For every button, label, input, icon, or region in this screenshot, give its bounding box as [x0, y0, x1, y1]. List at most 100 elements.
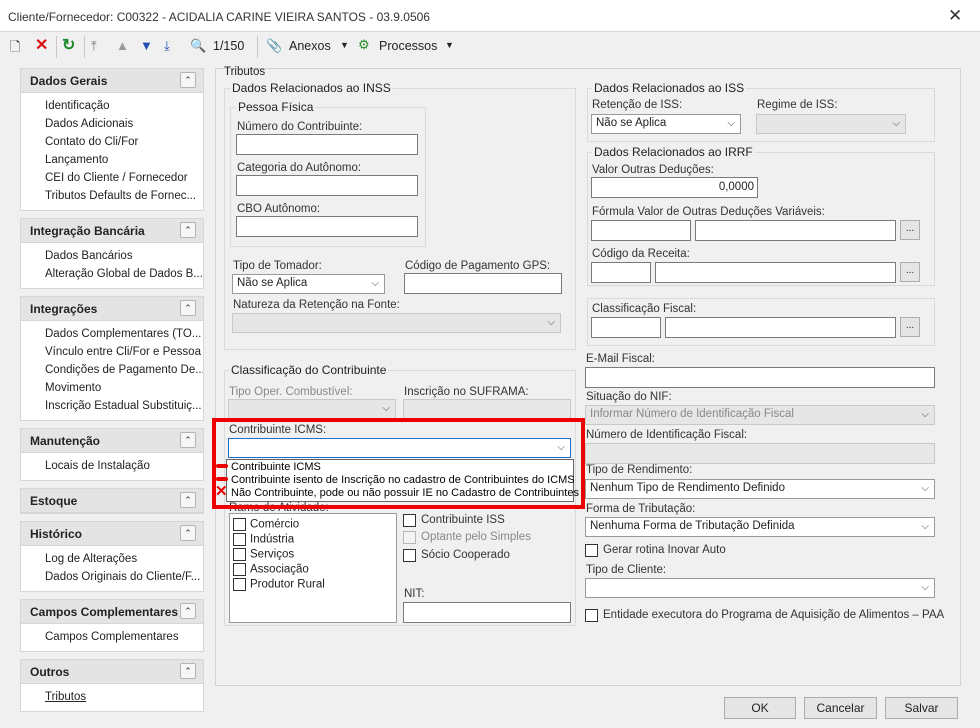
situacao-nif-select[interactable]: Informar Número de Identificação Fiscal ⌵	[585, 405, 935, 425]
sidebar-item[interactable]: Dados Bancários	[21, 247, 203, 265]
ramo-checkbox[interactable]	[233, 533, 246, 546]
codigo-receita-lookup-button[interactable]: ...	[900, 262, 920, 282]
ramo-atividade-item[interactable]: Associação	[233, 563, 309, 578]
collapse-icon[interactable]: ⌃	[180, 222, 196, 238]
attachment-icon[interactable]: 📎	[266, 39, 282, 52]
collapse-icon[interactable]: ⌃	[180, 432, 196, 448]
valor-outras-deducoes-input[interactable]: 0,0000	[591, 177, 758, 198]
sidebar-group-header[interactable]: Integrações ⌃	[21, 297, 203, 321]
sidebar-item[interactable]: Locais de Instalação	[21, 457, 203, 475]
natureza-retencao-select[interactable]: ⌵	[232, 313, 561, 333]
sidebar-group-title: Histórico	[30, 527, 83, 541]
collapse-icon[interactable]: ⌃	[180, 525, 196, 541]
ramo-atividade-item[interactable]: Comércio	[233, 518, 299, 533]
tipo-rendimento-label: Tipo de Rendimento:	[586, 464, 693, 476]
retencao-iss-select[interactable]: Não se Aplica ⌵	[591, 114, 741, 134]
delete-icon[interactable]: ✕	[35, 38, 48, 54]
processes-button[interactable]: Processos	[379, 40, 437, 53]
sidebar-item[interactable]: Tributos Defaults de Fornec...	[21, 187, 203, 205]
first-record-icon[interactable]: ⤒	[91, 39, 97, 52]
save-button[interactable]: Salvar	[885, 697, 958, 719]
classificacao-fiscal-lookup-button[interactable]: ...	[900, 317, 920, 337]
previous-record-icon[interactable]: ▲	[116, 39, 129, 52]
attachments-dropdown-icon[interactable]: ▼	[340, 41, 349, 50]
cancel-button[interactable]: Cancelar	[804, 697, 877, 719]
ramo-atividade-item[interactable]: Produtor Rural	[233, 578, 325, 593]
classificacao-fiscal-code-input[interactable]	[591, 317, 661, 338]
sidebar-item[interactable]: Dados Originais do Cliente/F...	[21, 568, 203, 586]
sidebar-item[interactable]: Contato do Cli/For	[21, 133, 203, 151]
attachments-button[interactable]: Anexos	[289, 40, 331, 53]
gps-input[interactable]	[404, 273, 562, 294]
search-icon[interactable]: 🔍	[190, 39, 206, 52]
close-window-icon[interactable]: ✕	[948, 6, 962, 26]
suframa-input[interactable]	[403, 399, 571, 420]
processes-dropdown-icon[interactable]: ▼	[445, 41, 454, 50]
sidebar-group-header[interactable]: Integração Bancária ⌃	[21, 219, 203, 243]
codigo-receita-input[interactable]	[591, 262, 651, 283]
sidebar-group-header[interactable]: Campos Complementares ⌃	[21, 600, 203, 624]
nit-input[interactable]	[403, 602, 571, 623]
refresh-icon[interactable]: ↻	[62, 38, 75, 54]
ramo-label: Serviços	[250, 548, 295, 561]
codigo-receita-description-input[interactable]	[655, 262, 896, 283]
formula-description-input[interactable]	[695, 220, 896, 241]
sidebar-item[interactable]: Campos Complementares	[21, 628, 203, 646]
sidebar-group-header[interactable]: Histórico ⌃	[21, 522, 203, 546]
collapse-icon[interactable]: ⌃	[180, 603, 196, 619]
next-record-icon[interactable]: ▼	[140, 39, 153, 52]
entidade-paa-checkbox[interactable]	[585, 609, 598, 622]
tipo-oper-combustivel-select[interactable]: ⌵	[228, 399, 396, 419]
collapse-icon[interactable]: ⌃	[180, 492, 196, 508]
sidebar-group-header[interactable]: Outros ⌃	[21, 660, 203, 684]
tipo-cliente-select[interactable]: ⌵	[585, 578, 935, 598]
sidebar-group-header[interactable]: Manutenção ⌃	[21, 429, 203, 453]
sidebar-item[interactable]: Alteração Global de Dados B...	[21, 265, 203, 283]
ramo-checkbox[interactable]	[233, 548, 246, 561]
sidebar-item[interactable]: Condições de Pagamento De...	[21, 361, 203, 379]
forma-tributacao-select[interactable]: Nenhuma Forma de Tributação Definida ⌵	[585, 517, 935, 537]
contribuinte-iss-checkbox[interactable]	[403, 514, 416, 527]
sidebar-item[interactable]: Inscrição Estadual Substituiç...	[21, 397, 203, 415]
sidebar-group-header[interactable]: Estoque ⌃	[21, 489, 203, 513]
categoria-autonomo-input[interactable]	[236, 175, 418, 196]
retencao-iss-label: Retenção de ISS:	[592, 99, 683, 111]
formula-lookup-button[interactable]: ...	[900, 220, 920, 240]
ramo-checkbox[interactable]	[233, 563, 246, 576]
numero-nif-input[interactable]	[585, 443, 935, 464]
email-fiscal-input[interactable]	[585, 367, 935, 388]
sidebar: Dados Gerais ⌃ Identificação Dados Adiciona…	[20, 68, 204, 719]
sidebar-item[interactable]: Dados Adicionais	[21, 115, 203, 133]
ramo-atividade-item[interactable]: Indústria	[233, 533, 294, 548]
collapse-icon[interactable]: ⌃	[180, 300, 196, 316]
sidebar-item[interactable]: Vínculo entre Cli/For e Pessoa	[21, 343, 203, 361]
numero-contribuinte-input[interactable]	[236, 134, 418, 155]
new-record-icon[interactable]: 🗋	[10, 40, 20, 53]
classificacao-fiscal-description-input[interactable]	[665, 317, 896, 338]
formula-code-input[interactable]	[591, 220, 691, 241]
tipo-tomador-select[interactable]: Não se Aplica ⌵	[232, 274, 385, 294]
last-record-icon[interactable]: ⤓	[164, 39, 170, 52]
collapse-icon[interactable]: ⌃	[180, 72, 196, 88]
sidebar-item[interactable]: CEI do Cliente / Fornecedor	[21, 169, 203, 187]
optante-simples-checkbox[interactable]	[403, 531, 416, 544]
regime-iss-select[interactable]: ⌵	[756, 114, 906, 134]
ramo-label: Associação	[250, 563, 309, 576]
sidebar-group-header[interactable]: Dados Gerais ⌃	[21, 69, 203, 93]
sidebar-item[interactable]: Log de Alterações	[21, 550, 203, 568]
ok-button[interactable]: OK	[724, 697, 796, 719]
ramo-atividade-item[interactable]: Serviços	[233, 548, 294, 563]
cbo-autonomo-input[interactable]	[236, 216, 418, 237]
collapse-icon[interactable]: ⌃	[180, 663, 196, 679]
sidebar-item[interactable]: Dados Complementares (TO...	[21, 325, 203, 343]
sidebar-item[interactable]: Lançamento	[21, 151, 203, 169]
sidebar-item[interactable]: Movimento	[21, 379, 203, 397]
socio-cooperado-checkbox[interactable]	[403, 549, 416, 562]
title-bar: Cliente/Fornecedor: C00322 - ACIDALIA CA…	[0, 0, 980, 32]
tipo-rendimento-select[interactable]: Nenhum Tipo de Rendimento Definido ⌵	[585, 479, 935, 499]
ramo-checkbox[interactable]	[233, 578, 246, 591]
gerar-rotina-checkbox[interactable]	[585, 544, 598, 557]
sidebar-item[interactable]: Tributos	[21, 688, 203, 706]
ramo-checkbox[interactable]	[233, 518, 246, 531]
sidebar-item[interactable]: Identificação	[21, 97, 203, 115]
